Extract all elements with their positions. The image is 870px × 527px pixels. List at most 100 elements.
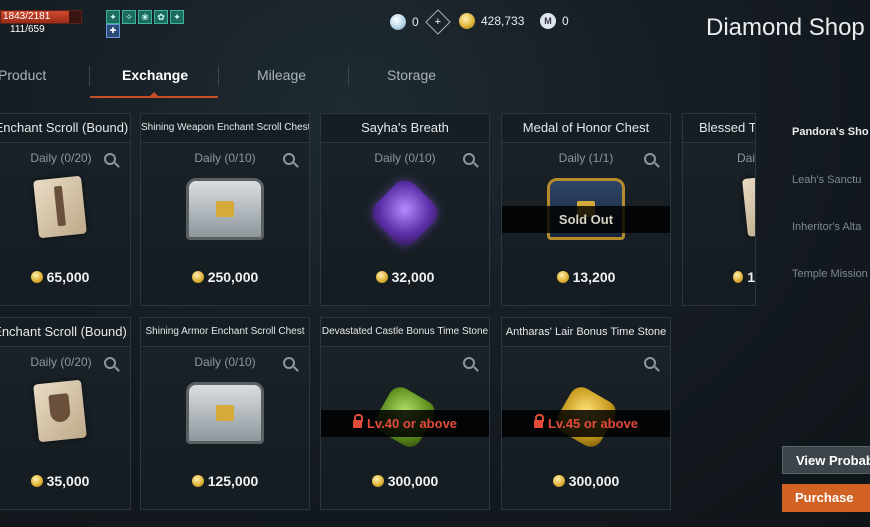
adena-coin-icon [375,271,388,283]
zoom-icon[interactable] [104,153,116,165]
shop-item-card[interactable]: Devastated Castle Bonus Time Stone Lv.40… [320,317,490,510]
tab-exchange[interactable]: Exchange [122,67,188,83]
adena-coin-icon [733,271,744,283]
level-requirement-overlay: Lv.40 or above [321,410,489,437]
zoom-icon[interactable] [283,153,295,165]
enchant-scroll-icon [742,177,755,237]
tab-product[interactable]: Product [0,67,46,83]
buff-icon[interactable]: ✦ [170,10,184,24]
item-price: 125,000 [141,473,309,489]
zoom-icon[interactable] [463,357,475,369]
tab-separator [348,66,349,86]
zoom-icon[interactable] [463,153,475,165]
adena-coin-icon [556,271,569,283]
zoom-icon[interactable] [104,357,116,369]
shop-item-card[interactable]: Antharas' Lair Bonus Time Stone Lv.45 or… [501,317,671,510]
item-image [366,174,444,252]
hp-bar: 1843/2181 [0,10,82,24]
item-price: 32,000 [321,269,489,285]
side-menu-temple-mission[interactable]: Temple Mission [792,268,868,280]
price-value: 125,000 [207,473,259,489]
adena-coin-icon [30,271,43,283]
tab-underline [90,96,218,98]
mileage-currency: M 0 [540,13,569,29]
treasure-chest-icon [186,178,264,240]
buff-icon[interactable]: ✧ [122,10,136,24]
level-requirement-text: Lv.45 or above [547,416,639,431]
level-requirement-text: Lv.40 or above [366,416,458,431]
side-menu-inheritors-altar[interactable]: Inheritor's Alta [792,221,861,233]
buff-icon[interactable]: ✦ [106,10,120,24]
price-value: 35,000 [46,473,90,489]
shop-item-card[interactable]: Medal of Honor Chest Daily (1/1) Sold Ou… [501,113,671,306]
item-price: 65,000 [0,269,130,285]
adena-amount: 428,733 [481,14,525,28]
daily-limit: Dail [737,151,756,165]
zoom-icon[interactable] [283,357,295,369]
adena-coin-icon [191,271,204,283]
item-title: Enchant Scroll (Bound) [0,318,130,347]
price-value: 13,200 [572,269,616,285]
treasure-chest-icon [186,382,264,444]
shop-item-card[interactable]: n Enchant Scroll (Bound) Daily (0/20) 65… [0,113,131,306]
tab-mileage[interactable]: Mileage [257,67,306,83]
item-price: 300,000 [321,473,489,489]
shop-item-card[interactable]: Shining Armor Enchant Scroll Chest Daily… [140,317,310,510]
price-value: 250,000 [207,269,259,285]
item-title: Devastated Castle Bonus Time Stone [321,318,489,347]
level-requirement-overlay: Lv.45 or above [502,410,670,437]
lock-icon [533,414,544,428]
price-value: 32,000 [391,269,435,285]
mp-text: 111/659 [10,24,45,35]
item-title: Shining Armor Enchant Scroll Chest [141,318,309,347]
item-price: 35,000 [0,473,130,489]
item-price: 250,000 [141,269,309,285]
shop-item-card[interactable]: Shining Weapon Enchant Scroll Chest Dail… [140,113,310,306]
tab-separator [218,66,219,86]
item-title: Shining Weapon Enchant Scroll Chest [141,114,309,143]
buff-icon[interactable]: ✿ [154,10,168,24]
crystal-gem-icon [366,174,444,252]
adena-coin-icon [552,475,565,487]
adena-icon [459,13,475,29]
item-image [33,175,87,239]
item-title: Antharas' Lair Bonus Time Stone [502,318,670,347]
adena-coin-icon [30,475,43,487]
item-title: n Enchant Scroll (Bound) [0,114,130,143]
item-price: 13,200 [502,269,670,285]
buff-icon[interactable]: ❀ [138,10,152,24]
side-menu-leahs-sanctuary[interactable]: Leah's Sanctu [792,174,861,186]
item-price: 300,000 [502,473,670,489]
adena-coin-icon [371,475,384,487]
adena-currency: 428,733 [459,13,524,29]
item-image [33,379,87,443]
price-value: 65,000 [46,269,90,285]
shop-item-card[interactable]: Blessed T Dail 1 [682,113,756,306]
enchant-scroll-icon [33,175,87,239]
diamond-amount: 0 [412,15,419,29]
price-value: 1 [747,269,755,285]
tab-caret [150,92,158,96]
add-diamond-icon[interactable]: + [424,9,451,35]
zoom-icon[interactable] [644,153,656,165]
purchase-button[interactable]: Purchase [782,484,870,512]
item-image [186,382,264,444]
item-title: Medal of Honor Chest [502,114,670,143]
tab-storage[interactable]: Storage [387,67,436,83]
tab-separator [89,66,90,86]
view-probability-button[interactable]: View Probab [782,446,870,474]
shop-item-card[interactable]: Sayha's Breath Daily (0/10) 32,000 [320,113,490,306]
adena-coin-icon [191,475,204,487]
page-title: Diamond Shop [706,14,865,41]
item-title: Blessed T [683,114,755,143]
item-image [742,177,755,237]
enchant-scroll-icon [33,379,87,443]
price-value: 300,000 [568,473,620,489]
side-menu-pandoras-shop[interactable]: Pandora's Sho [792,126,869,138]
zoom-icon[interactable] [644,357,656,369]
mileage-icon: M [540,13,556,29]
mileage-amount: 0 [562,14,569,28]
buff-icon[interactable]: ✚ [106,24,120,38]
shop-item-card[interactable]: Enchant Scroll (Bound) Daily (0/20) 35,0… [0,317,131,510]
item-image [186,178,264,240]
